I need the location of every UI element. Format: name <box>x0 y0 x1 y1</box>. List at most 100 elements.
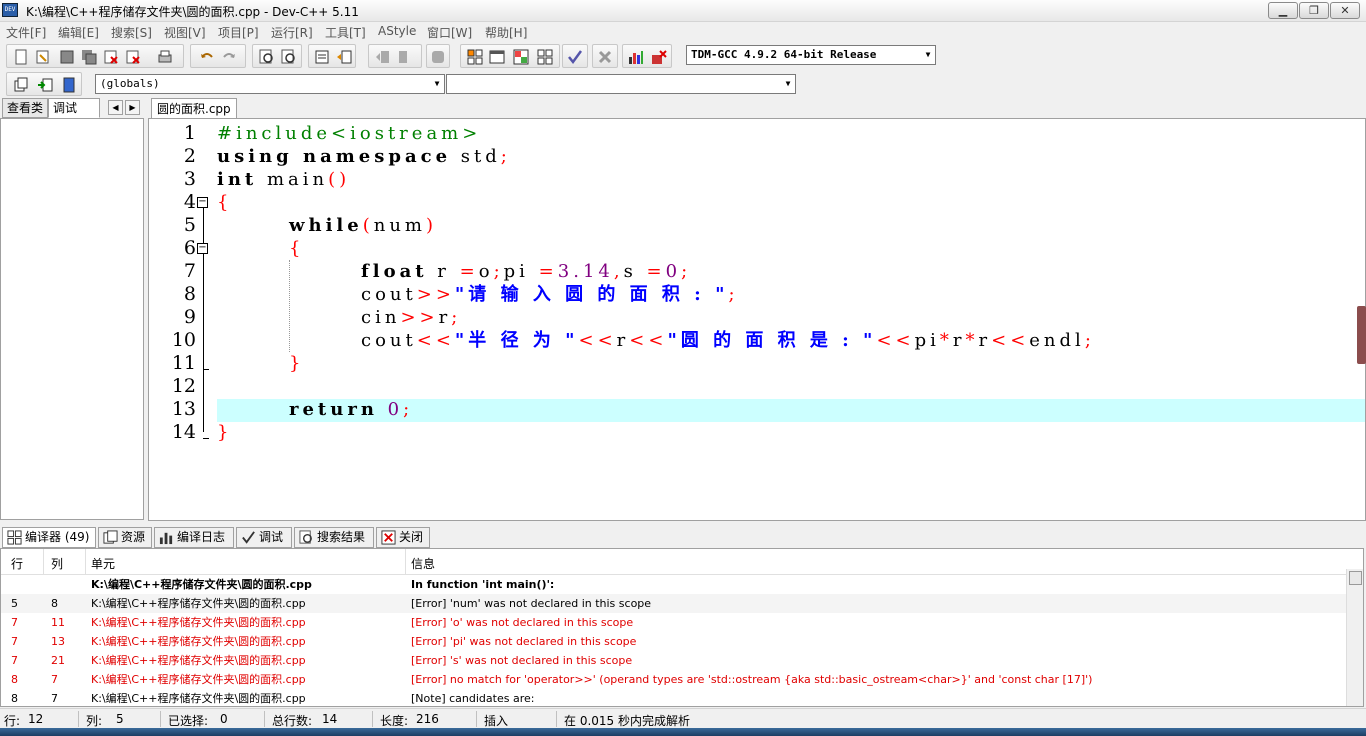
menu-help[interactable]: 帮助[H] <box>485 24 527 41</box>
tab-search-results[interactable]: 搜索结果 <box>294 527 374 548</box>
insert-icon[interactable] <box>13 77 29 93</box>
scroll-thumb[interactable] <box>1349 571 1362 585</box>
goto-icon[interactable] <box>37 77 53 93</box>
new-file-icon[interactable] <box>13 49 29 65</box>
compiler-results: 行 列 单元 信息 K:\编程\C++程序储存文件夹\圆的面积.cpp In fu… <box>0 548 1364 707</box>
code-line[interactable]: cout>>"请 输 入 圆 的 面 积 : "; <box>361 283 739 306</box>
close-button[interactable]: ✕ <box>1330 2 1360 19</box>
code-token: while <box>289 215 363 236</box>
side-scroll-handle[interactable] <box>1357 306 1366 364</box>
results-scrollbar[interactable] <box>1346 569 1363 706</box>
replace-icon[interactable] <box>281 49 297 65</box>
table-row[interactable]: 7 11 K:\编程\C++程序储存文件夹\圆的面积.cpp [Error] 'o' … <box>1 613 1346 632</box>
colored-grid-icon[interactable] <box>513 49 529 65</box>
code-line[interactable]: { <box>217 191 232 214</box>
code-line[interactable]: return 0; <box>289 398 413 421</box>
code-line[interactable]: #include<iostream> <box>217 122 481 145</box>
code-line[interactable]: } <box>289 352 304 375</box>
menu-window[interactable]: 窗口[W] <box>427 24 472 41</box>
cell-line: 5 <box>11 597 18 610</box>
col-column-header[interactable]: 列 <box>51 555 63 572</box>
code-line[interactable]: cout<<"半 径 为 "<<r<<"圆 的 面 积 是 : "<<pi*r*… <box>361 329 1095 352</box>
tab-compile-log[interactable]: 编译日志 <box>154 527 234 548</box>
tab-resources[interactable]: 资源 <box>98 527 152 548</box>
col-message-header[interactable]: 信息 <box>411 555 435 572</box>
col-line-header[interactable]: 行 <box>11 555 23 572</box>
status-insert-mode: 插入 <box>484 714 509 728</box>
menu-tools[interactable]: 工具[T] <box>325 24 366 41</box>
table-row[interactable]: 7 13 K:\编程\C++程序储存文件夹\圆的面积.cpp [Error] 'pi'… <box>1 632 1346 651</box>
code-line[interactable]: int main() <box>217 168 350 191</box>
check-syntax-icon[interactable] <box>567 49 583 65</box>
menu-file[interactable]: 文件[F] <box>6 24 46 41</box>
compiler-select[interactable]: TDM-GCC 4.9.2 64-bit Release ▼ <box>686 45 936 65</box>
tab-debug-output[interactable]: 调试 <box>236 527 292 548</box>
tiles-icon[interactable] <box>467 49 483 65</box>
indent-icon[interactable] <box>336 49 352 65</box>
file-tab[interactable]: 圆的面积.cpp <box>151 98 237 119</box>
left-panel: 查看类 调试 ◀ ▶ <box>0 97 146 521</box>
cell-col: 21 <box>51 654 65 667</box>
print-icon[interactable] <box>157 49 173 65</box>
table-row[interactable]: K:\编程\C++程序储存文件夹\圆的面积.cpp In function 'in… <box>1 575 1346 594</box>
code-line[interactable]: float r =o;pi =3.14,s =0; <box>361 260 691 283</box>
close-all-icon[interactable] <box>125 49 141 65</box>
stop-icon[interactable] <box>597 49 613 65</box>
member-select[interactable]: ▼ <box>446 74 796 94</box>
menu-edit[interactable]: 编辑[E] <box>58 24 99 41</box>
menu-run[interactable]: 运行[R] <box>271 24 313 41</box>
toggle-comment-icon[interactable] <box>430 49 446 65</box>
goto-line-icon[interactable] <box>314 49 330 65</box>
code-line[interactable]: } <box>217 421 232 444</box>
maximize-button[interactable]: ❐ <box>1299 2 1329 19</box>
tab-scroll-right-icon[interactable]: ▶ <box>125 100 140 115</box>
col-unit-header[interactable]: 单元 <box>91 555 115 572</box>
code-line[interactable]: using namespace std; <box>217 145 511 168</box>
save-icon[interactable] <box>59 49 75 65</box>
redo-icon[interactable] <box>221 49 237 65</box>
tab-compiler[interactable]: 编译器 (49) <box>2 527 96 548</box>
tab-debug[interactable]: 调试 <box>48 98 100 118</box>
debug-panel-body[interactable] <box>0 118 144 520</box>
tab-close[interactable]: 关闭 <box>376 527 430 548</box>
undo-icon[interactable] <box>199 49 215 65</box>
code-token: = <box>538 261 558 282</box>
code-line[interactable]: { <box>289 237 304 260</box>
code-token: << <box>416 330 455 351</box>
code-token: ; <box>728 284 739 305</box>
tab-class-browser[interactable]: 查看类 <box>2 98 49 118</box>
code-token: r <box>616 330 630 351</box>
close-file-icon[interactable] <box>103 49 119 65</box>
status-sel-value: 0 <box>220 712 228 726</box>
tab-scroll-left-icon[interactable]: ◀ <box>108 100 123 115</box>
minimize-button[interactable]: ▁ <box>1268 2 1298 19</box>
code-token: ; <box>403 399 414 420</box>
window-icon[interactable] <box>489 49 505 65</box>
code-line[interactable]: while(num) <box>289 214 437 237</box>
fold-toggle-icon[interactable]: − <box>197 197 208 208</box>
find-icon[interactable] <box>259 49 275 65</box>
close-icon <box>381 530 396 545</box>
menu-astyle[interactable]: AStyle <box>378 24 416 38</box>
menu-view[interactable]: 视图[V] <box>164 24 206 41</box>
code-line[interactable]: cin>>r; <box>361 306 461 329</box>
table-row[interactable]: 8 7 K:\编程\C++程序储存文件夹\圆的面积.cpp [Error] no ma… <box>1 670 1346 689</box>
chart-icon[interactable] <box>628 49 644 65</box>
menu-project[interactable]: 项目[P] <box>218 24 259 41</box>
globals-select[interactable]: (globals) ▼ <box>95 74 445 94</box>
open-file-icon[interactable] <box>35 49 51 65</box>
table-row[interactable]: 8 7 K:\编程\C++程序储存文件夹\圆的面积.cpp [Note] candid… <box>1 689 1346 706</box>
menu-search[interactable]: 搜索[S] <box>111 24 152 41</box>
delete-profile-icon[interactable] <box>651 49 667 65</box>
cell-msg: [Note] candidates are: <box>411 692 535 705</box>
next-page-icon[interactable] <box>397 49 413 65</box>
code-editor[interactable]: 1 2 3 4 5 6 7 8 9 10 11 12 13 14− − #include<iostream>… <box>148 118 1366 521</box>
fold-toggle-icon[interactable]: − <box>197 243 208 254</box>
table-row[interactable]: 5 8 K:\编程\C++程序储存文件夹\圆的面积.cpp [Error] 'num'… <box>1 594 1346 613</box>
resource-icon <box>103 530 118 544</box>
grid-icon[interactable] <box>537 49 553 65</box>
prev-page-icon[interactable] <box>375 49 391 65</box>
bookmark-icon[interactable] <box>61 77 77 93</box>
save-all-icon[interactable] <box>81 49 97 65</box>
table-row[interactable]: 7 21 K:\编程\C++程序储存文件夹\圆的面积.cpp [Error] 's' … <box>1 651 1346 670</box>
